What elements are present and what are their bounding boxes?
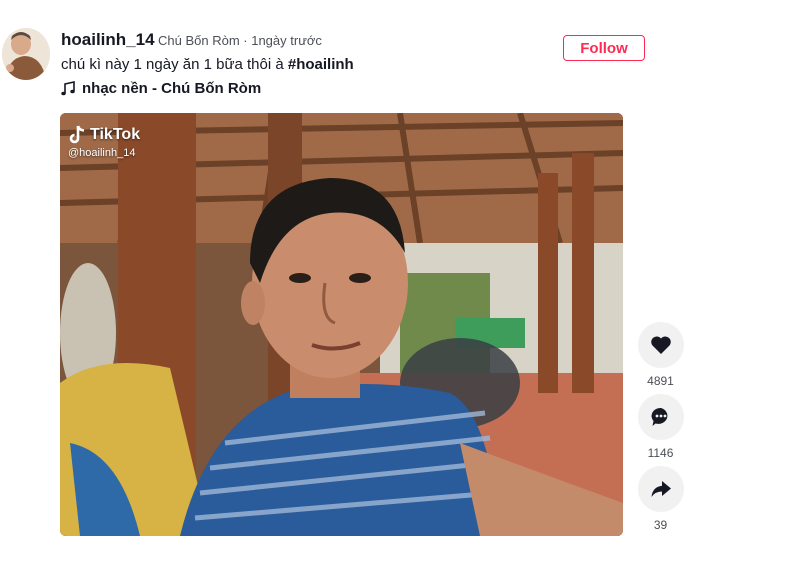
video-frame <box>60 113 623 536</box>
comment-action: 1146 <box>637 394 684 460</box>
share-action: 39 <box>637 466 684 532</box>
video-caption: chú kì này 1 ngày ăn 1 bữa thôi à #hoail… <box>61 56 354 73</box>
post-date: 1ngày trước <box>251 33 322 48</box>
author-meta: Chú Bốn Ròm · 1ngày trước <box>158 33 322 48</box>
share-icon <box>651 481 671 497</box>
share-count: 39 <box>653 518 668 532</box>
share-button[interactable] <box>637 466 684 512</box>
like-action: 4891 <box>637 322 684 388</box>
author-avatar[interactable] <box>2 28 50 80</box>
music-note-icon <box>61 80 75 95</box>
meta-separator: · <box>239 33 252 48</box>
comment-count: 1146 <box>647 446 674 460</box>
comment-button[interactable] <box>637 394 684 440</box>
follow-button[interactable]: Follow <box>563 35 645 61</box>
tiktok-logo-icon <box>69 125 85 144</box>
action-bar: 4891 1146 39 <box>637 322 684 538</box>
like-count: 4891 <box>647 374 674 388</box>
caption-text: chú kì này 1 ngày ăn 1 bữa thôi à <box>61 56 288 73</box>
music-label: nhạc nền - Chú Bốn Ròm <box>82 80 262 97</box>
tiktok-watermark: TikTok @hoailinh_14 <box>68 125 140 159</box>
author-username[interactable]: hoailinh_14 <box>61 30 155 50</box>
watermark-brand: TikTok <box>90 126 141 143</box>
video-player[interactable]: TikTok @hoailinh_14 <box>60 113 623 536</box>
author-nickname: Chú Bốn Ròm <box>158 33 240 48</box>
watermark-handle: @hoailinh_14 <box>68 147 136 159</box>
comment-icon <box>651 407 667 426</box>
like-button[interactable] <box>637 322 684 368</box>
heart-icon <box>650 336 671 354</box>
music-link[interactable]: nhạc nền - Chú Bốn Ròm <box>60 80 261 97</box>
hashtag-link[interactable]: #hoailinh <box>288 56 354 73</box>
